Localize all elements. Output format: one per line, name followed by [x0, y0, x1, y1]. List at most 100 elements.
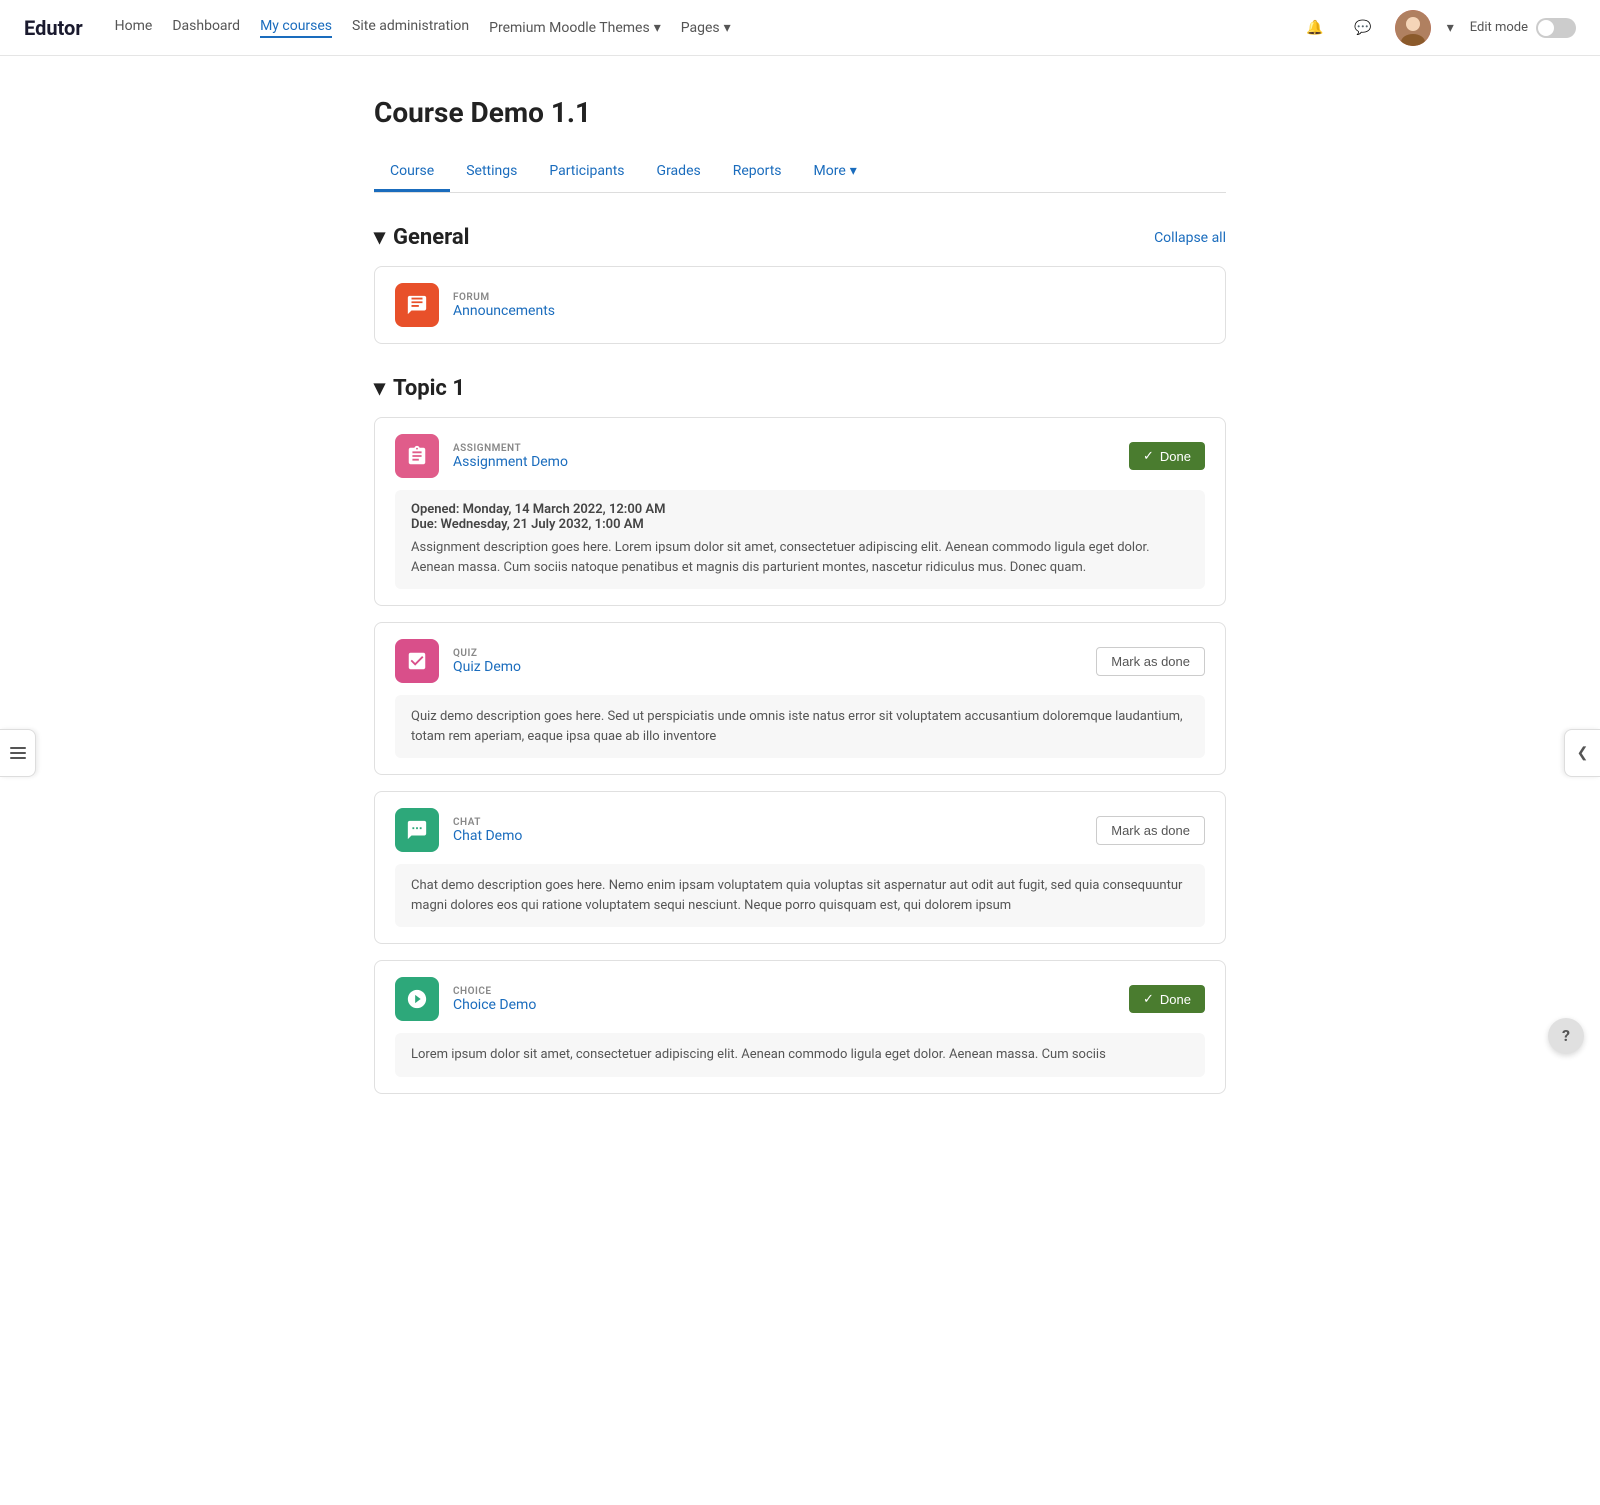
- choice-header: CHOICE Choice Demo ✓ Done: [395, 977, 1205, 1021]
- forum-info: FORUM Announcements: [453, 292, 555, 319]
- tab-reports[interactable]: Reports: [717, 153, 798, 192]
- assignment-body: Opened: Monday, 14 March 2022, 12:00 AM …: [395, 490, 1205, 589]
- quiz-info: QUIZ Quiz Demo: [453, 648, 521, 675]
- announcements-link[interactable]: Announcements: [453, 303, 555, 319]
- avatar[interactable]: [1395, 10, 1431, 46]
- quiz-mark-button[interactable]: Mark as done: [1096, 647, 1205, 676]
- general-section-header: ▾ General Collapse all: [374, 225, 1226, 250]
- chat-card: CHAT Chat Demo Mark as done Chat demo de…: [374, 791, 1226, 944]
- collapse-all-button[interactable]: Collapse all: [1154, 230, 1226, 246]
- topic1-title: ▾ Topic 1: [374, 376, 465, 401]
- edit-mode-switch[interactable]: [1536, 18, 1576, 38]
- chat-mark-button[interactable]: Mark as done: [1096, 816, 1205, 845]
- chat-icon: [395, 808, 439, 852]
- nav-dashboard[interactable]: Dashboard: [172, 18, 240, 38]
- choice-type-label: CHOICE: [453, 986, 536, 997]
- help-icon: ?: [1562, 1026, 1570, 1045]
- general-title: ▾ General: [374, 225, 469, 250]
- general-chevron-icon[interactable]: ▾: [374, 225, 385, 250]
- choice-icon: [395, 977, 439, 1021]
- nav-right: 🔔 💬 ▾ Edit mode: [1299, 10, 1576, 46]
- assignment-description: Assignment description goes here. Lorem …: [411, 538, 1189, 577]
- choice-card: CHOICE Choice Demo ✓ Done Lorem ipsum do…: [374, 960, 1226, 1094]
- assignment-svg-icon: [406, 445, 428, 467]
- avatar-dropdown-icon[interactable]: ▾: [1447, 20, 1454, 36]
- edit-mode-toggle: Edit mode: [1470, 18, 1576, 38]
- dropdown-chevron-icon: ▾: [654, 20, 661, 36]
- due-value: Wednesday, 21 July 2032, 1:00 AM: [441, 517, 644, 532]
- edit-mode-label: Edit mode: [1470, 20, 1528, 35]
- quiz-description: Quiz demo description goes here. Sed ut …: [411, 707, 1189, 746]
- chat-svg-icon: [406, 819, 428, 841]
- tab-course[interactable]: Course: [374, 153, 450, 192]
- quiz-icon: [395, 639, 439, 683]
- topic1-chevron-icon[interactable]: ▾: [374, 376, 385, 401]
- assignment-left: ASSIGNMENT Assignment Demo: [395, 434, 568, 478]
- announcements-card: FORUM Announcements: [374, 266, 1226, 344]
- tab-participants[interactable]: Participants: [533, 153, 640, 192]
- quiz-body: Quiz demo description goes here. Sed ut …: [395, 695, 1205, 758]
- assignment-info: ASSIGNMENT Assignment Demo: [453, 443, 568, 470]
- nav-premium-themes[interactable]: Premium Moodle Themes ▾: [489, 18, 661, 38]
- assignment-done-button[interactable]: ✓ Done: [1129, 442, 1205, 470]
- tab-grades[interactable]: Grades: [641, 153, 717, 192]
- nav-site-admin[interactable]: Site administration: [352, 18, 469, 38]
- quiz-card: QUIZ Quiz Demo Mark as done Quiz demo de…: [374, 622, 1226, 775]
- quiz-svg-icon: [406, 650, 428, 672]
- check-icon: ✓: [1143, 448, 1154, 464]
- assignment-dates: Opened: Monday, 14 March 2022, 12:00 AM …: [411, 502, 1189, 532]
- chat-info: CHAT Chat Demo: [453, 817, 522, 844]
- chat-body: Chat demo description goes here. Nemo en…: [395, 864, 1205, 927]
- notifications-icon[interactable]: 🔔: [1299, 12, 1331, 44]
- general-section: ▾ General Collapse all FORUM Announcemen…: [374, 225, 1226, 344]
- choice-info: CHOICE Choice Demo: [453, 986, 536, 1013]
- quiz-name-link[interactable]: Quiz Demo: [453, 659, 521, 675]
- choice-check-icon: ✓: [1143, 991, 1154, 1007]
- logo: Edutor: [24, 16, 83, 40]
- topic1-section-header: ▾ Topic 1: [374, 376, 1226, 401]
- nav-pages[interactable]: Pages ▾: [681, 18, 731, 38]
- tab-more[interactable]: More ▾: [798, 153, 873, 192]
- more-dropdown-icon: ▾: [850, 163, 857, 179]
- choice-description: Lorem ipsum dolor sit amet, consectetuer…: [411, 1045, 1189, 1065]
- tab-settings[interactable]: Settings: [450, 153, 533, 192]
- choice-done-button[interactable]: ✓ Done: [1129, 985, 1205, 1013]
- due-label: Due:: [411, 517, 437, 532]
- assignment-card: ASSIGNMENT Assignment Demo ✓ Done Opened…: [374, 417, 1226, 606]
- quiz-left: QUIZ Quiz Demo: [395, 639, 521, 683]
- choice-name-link[interactable]: Choice Demo: [453, 997, 536, 1013]
- menu-icon: [10, 745, 26, 761]
- choice-body: Lorem ipsum dolor sit amet, consectetuer…: [395, 1033, 1205, 1077]
- assignment-name-link[interactable]: Assignment Demo: [453, 454, 568, 470]
- quiz-type-label: QUIZ: [453, 648, 521, 659]
- forum-icon: [395, 283, 439, 327]
- nav-links: Home Dashboard My courses Site administr…: [115, 18, 1299, 38]
- forum-svg-icon: [406, 294, 428, 316]
- toggle-knob: [1538, 20, 1554, 36]
- chat-header: CHAT Chat Demo Mark as done: [395, 808, 1205, 852]
- sidebar-toggle-left[interactable]: [0, 729, 36, 777]
- nav-my-courses[interactable]: My courses: [260, 18, 332, 38]
- page-title: Course Demo 1.1: [374, 96, 1226, 129]
- sidebar-toggle-right[interactable]: ❮: [1564, 729, 1600, 777]
- assignment-icon: [395, 434, 439, 478]
- chat-left: CHAT Chat Demo: [395, 808, 522, 852]
- chevron-left-icon: ❮: [1577, 745, 1589, 761]
- choice-left: CHOICE Choice Demo: [395, 977, 536, 1021]
- top-navigation: Edutor Home Dashboard My courses Site ad…: [0, 0, 1600, 56]
- messages-icon[interactable]: 💬: [1347, 12, 1379, 44]
- choice-svg-icon: [406, 988, 428, 1010]
- chat-description: Chat demo description goes here. Nemo en…: [411, 876, 1189, 915]
- quiz-header: QUIZ Quiz Demo Mark as done: [395, 639, 1205, 683]
- chat-type-label: CHAT: [453, 817, 522, 828]
- main-content: Course Demo 1.1 Course Settings Particip…: [350, 56, 1250, 1190]
- forum-type-label: FORUM: [453, 292, 555, 303]
- dropdown-chevron-icon-pages: ▾: [724, 20, 731, 36]
- nav-home[interactable]: Home: [115, 18, 153, 38]
- opened-label: Opened:: [411, 502, 459, 517]
- chat-name-link[interactable]: Chat Demo: [453, 828, 522, 844]
- assignment-header: ASSIGNMENT Assignment Demo ✓ Done: [395, 434, 1205, 478]
- topic1-section: ▾ Topic 1 ASSIGNMENT Assignment Demo: [374, 376, 1226, 1094]
- opened-value: Monday, 14 March 2022, 12:00 AM: [463, 502, 666, 517]
- help-button[interactable]: ?: [1548, 1018, 1584, 1054]
